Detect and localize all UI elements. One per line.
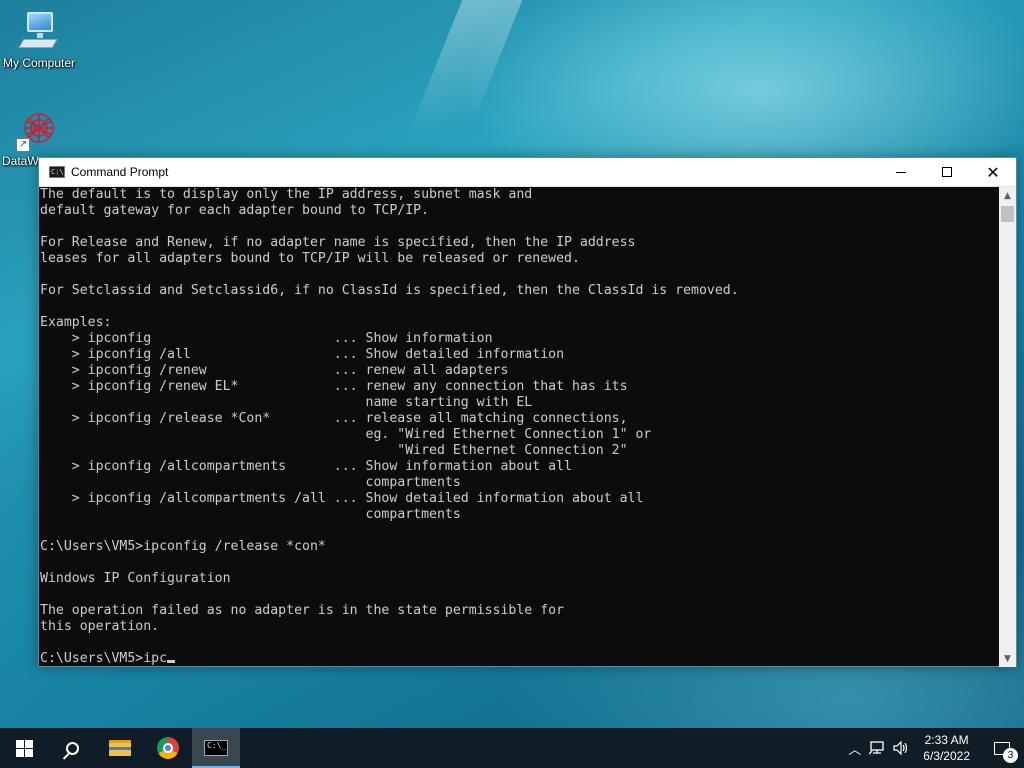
start-icon <box>15 739 33 757</box>
console-output[interactable]: The default is to display only the IP ad… <box>39 187 999 667</box>
command-prompt-window[interactable]: C:\_ Command Prompt ✕ The default is to … <box>38 157 1017 667</box>
console-line: For Setclassid and Setclassid6, if no Cl… <box>40 283 739 298</box>
console-line: "Wired Ethernet Connection 2" <box>40 443 628 458</box>
console-line: default gateway for each adapter bound t… <box>40 203 430 218</box>
console-line: The operation failed as no adapter is in… <box>40 603 565 618</box>
taskbar: C:\_ ︿ 2:33 AM 6/3/2022 3 <box>0 728 1024 768</box>
taskbar-file-explorer[interactable] <box>96 728 144 768</box>
chevron-up-icon: ︿ <box>848 742 862 758</box>
console-line: eg. "Wired Ethernet Connection 1" or <box>40 427 652 442</box>
scroll-up-icon[interactable]: ▲ <box>999 187 1016 204</box>
command-prompt-icon: C:\_ <box>49 166 68 178</box>
clock-date: 6/3/2022 <box>923 749 970 763</box>
close-icon: ✕ <box>986 162 1000 182</box>
console-prompt-line[interactable]: C:\Users\VM5>ipc <box>40 651 999 667</box>
maximize-icon <box>942 167 952 177</box>
volume-button[interactable] <box>889 728 913 768</box>
shortcut-arrow-icon: ↗ <box>16 138 30 152</box>
console-line: For Release and Renew, if no adapter nam… <box>40 235 636 250</box>
command-prompt-icon: C:\_ <box>204 740 228 756</box>
console-line: C:\Users\VM5>ipconfig /release *con* <box>40 539 326 554</box>
vertical-scrollbar[interactable]: ▲ ▼ <box>999 187 1016 667</box>
console-line: > ipconfig /allcompartments /all ... Sho… <box>40 491 644 506</box>
close-button[interactable]: ✕ <box>970 158 1016 187</box>
text-cursor <box>167 660 176 663</box>
clock-time: 2:33 AM <box>924 733 969 747</box>
console-line: name starting with EL <box>40 395 533 410</box>
console-line: The default is to display only the IP ad… <box>40 187 533 202</box>
scroll-down-icon[interactable]: ▼ <box>999 650 1016 667</box>
search-button[interactable] <box>48 728 96 768</box>
minimize-icon <box>896 171 906 173</box>
search-icon <box>65 741 79 755</box>
window-titlebar[interactable]: C:\_ Command Prompt ✕ <box>39 158 1016 187</box>
taskbar-command-prompt[interactable]: C:\_ <box>192 728 240 768</box>
chrome-icon <box>157 737 179 759</box>
desktop-icon-my-computer[interactable]: My Computer <box>0 10 78 70</box>
show-hidden-icons-button[interactable]: ︿ <box>844 728 865 768</box>
console-line: leases for all adapters bound to TCP/IP … <box>40 251 580 266</box>
console-line: > ipconfig ... Show information <box>40 331 493 346</box>
wallpaper-highlight <box>397 0 523 160</box>
console-line: > ipconfig /renew EL* ... renew any conn… <box>40 379 628 394</box>
window-title: Command Prompt <box>71 165 169 179</box>
console-line: Examples: <box>40 315 112 330</box>
console-line: > ipconfig /all ... Show detailed inform… <box>40 347 565 362</box>
computer-icon <box>18 10 59 54</box>
console-line: compartments <box>40 475 461 490</box>
console-line: compartments <box>40 507 461 522</box>
console-line: > ipconfig /allcompartments ... Show inf… <box>40 459 572 474</box>
taskbar-clock[interactable]: 2:33 AM 6/3/2022 <box>913 732 980 764</box>
notification-badge: 3 <box>1003 748 1018 763</box>
network-icon <box>869 741 884 755</box>
speaker-icon <box>893 741 908 755</box>
start-button[interactable] <box>0 728 48 768</box>
console-line: > ipconfig /release *Con* ... release al… <box>40 411 628 426</box>
maximize-button[interactable] <box>924 158 970 187</box>
taskbar-chrome[interactable] <box>144 728 192 768</box>
console-prompt-text: C:\Users\VM5>ipc <box>40 651 168 666</box>
data-app-icon: ↗ <box>16 108 62 152</box>
system-tray: ︿ 2:33 AM 6/3/2022 3 <box>844 728 1024 768</box>
minimize-button[interactable] <box>878 158 924 187</box>
desktop-icon-label: My Computer <box>2 56 76 70</box>
network-button[interactable] <box>865 728 889 768</box>
action-center-button[interactable]: 3 <box>980 728 1024 768</box>
file-explorer-icon <box>109 740 131 756</box>
console-line: this operation. <box>40 619 160 634</box>
scrollbar-thumb[interactable] <box>1001 206 1014 222</box>
console-line: Windows IP Configuration <box>40 571 231 586</box>
console-line: > ipconfig /renew ... renew all adapters <box>40 363 509 378</box>
